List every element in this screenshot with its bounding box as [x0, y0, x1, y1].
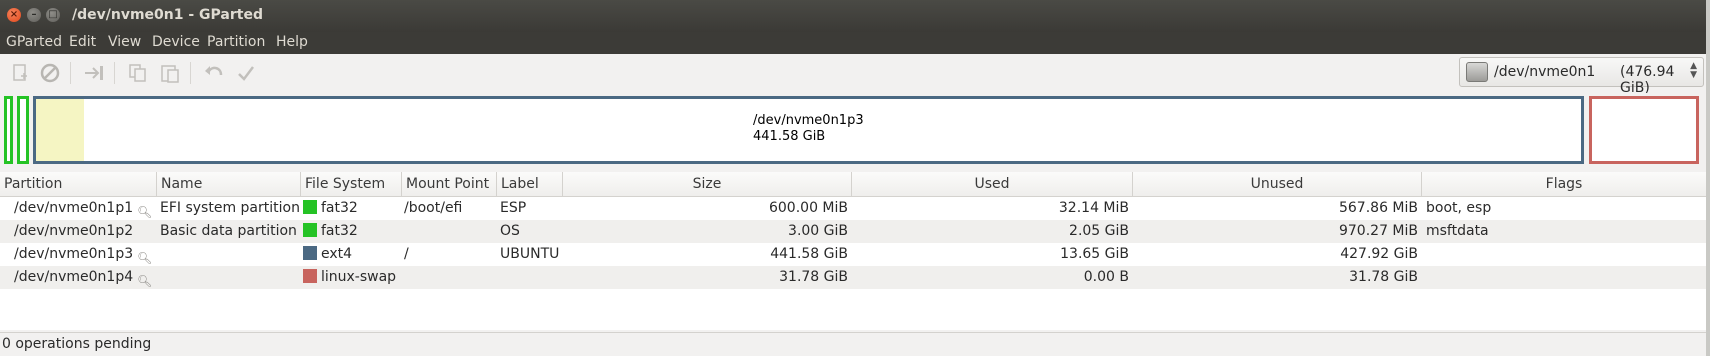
cell-unused: 567.86 MiB	[1338, 200, 1418, 216]
filesystem-color-swatch	[303, 246, 317, 260]
column-header-filesystem[interactable]: File System	[301, 172, 402, 196]
filesystem-color-swatch	[303, 269, 317, 283]
table-row[interactable]: /dev/nvme0n1p2 Basic data partition fat3…	[0, 220, 1706, 243]
cell-used: 2.05 GiB	[1069, 223, 1129, 239]
cell-partition: /dev/nvme0n1p4	[14, 269, 134, 285]
cell-flags: msftdata	[1426, 223, 1489, 239]
close-window-button[interactable]: ×	[7, 8, 21, 22]
toolbar-separator	[70, 62, 71, 84]
gparted-window: × – □ /dev/nvme0n1 - GParted GParted Edi…	[0, 0, 1706, 356]
menu-gparted[interactable]: GParted	[6, 34, 62, 50]
column-header-name[interactable]: Name	[157, 172, 301, 196]
menu-device[interactable]: Device	[152, 34, 200, 50]
new-partition-icon[interactable]	[8, 62, 32, 84]
cell-name: EFI system partition	[160, 200, 300, 216]
resize-move-icon[interactable]	[82, 62, 106, 84]
cell-used: 32.14 MiB	[1058, 200, 1129, 216]
column-header-flags[interactable]: Flags	[1422, 172, 1706, 196]
filesystem-text: linux-swap	[321, 269, 397, 285]
cell-mountpoint: /	[404, 246, 409, 262]
cell-used: 0.00 B	[1083, 269, 1129, 285]
chevron-updown-icon: ▲ ▼	[1690, 61, 1697, 80]
menu-partition[interactable]: Partition	[207, 34, 265, 50]
map-partition-p1[interactable]	[4, 96, 13, 164]
cell-partition: /dev/nvme0n1p1	[14, 200, 134, 216]
partition-table: Partition Name File System Mount Point L…	[0, 172, 1706, 330]
cell-filesystem: fat32	[303, 197, 358, 220]
column-header-label[interactable]: Label	[497, 172, 563, 196]
toolbar-separator	[190, 62, 191, 84]
partition-map: /dev/nvme0n1p3 441.58 GiB	[0, 93, 1706, 168]
filesystem-text: fat32	[321, 223, 358, 239]
map-partition-p2[interactable]	[17, 96, 29, 164]
cell-used: 13.65 GiB	[1060, 246, 1129, 262]
map-partition-p3[interactable]: /dev/nvme0n1p3 441.58 GiB	[33, 96, 1584, 164]
toolbar-separator	[114, 62, 115, 84]
filesystem-text: ext4	[321, 246, 353, 262]
paste-icon[interactable]	[158, 62, 182, 84]
table-row[interactable]: /dev/nvme0n1p1 🔍︎ EFI system partition f…	[0, 197, 1706, 220]
table-row[interactable]: /dev/nvme0n1p3 🔍︎ ext4 / UBUNTU 441.58 G…	[0, 243, 1706, 266]
filesystem-color-swatch	[303, 223, 317, 237]
cell-name: Basic data partition	[160, 223, 297, 239]
cell-size: 3.00 GiB	[788, 223, 848, 239]
menu-view[interactable]: View	[108, 34, 141, 50]
toolbar	[0, 54, 1706, 92]
cell-size: 31.78 GiB	[779, 269, 848, 285]
cell-mountpoint: /boot/efi	[404, 200, 463, 216]
table-header: Partition Name File System Mount Point L…	[0, 172, 1706, 197]
column-header-size[interactable]: Size	[563, 172, 852, 196]
device-selector[interactable]: /dev/nvme0n1 (476.94 GiB) ▲ ▼	[1459, 57, 1704, 96]
map-partition-label: /dev/nvme0n1p3 441.58 GiB	[753, 113, 864, 145]
menu-bar: GParted Edit View Device Partition Help	[0, 32, 1706, 54]
minimize-window-button[interactable]: –	[27, 8, 41, 22]
cell-partition: /dev/nvme0n1p2	[14, 223, 134, 239]
cell-label: OS	[500, 223, 520, 239]
map-partition-size: 441.58 GiB	[753, 129, 826, 144]
title-bar: × – □ /dev/nvme0n1 - GParted	[0, 0, 1706, 32]
cell-flags: boot, esp	[1426, 200, 1492, 216]
cell-label: ESP	[500, 200, 527, 216]
cell-filesystem: ext4	[303, 243, 352, 266]
apply-icon[interactable]	[234, 62, 258, 84]
cell-filesystem: linux-swap	[303, 266, 396, 289]
map-partition-name: /dev/nvme0n1p3	[753, 113, 864, 128]
column-header-unused[interactable]: Unused	[1133, 172, 1422, 196]
table-row[interactable]: /dev/nvme0n1p4 🔍︎ linux-swap 31.78 GiB 0…	[0, 266, 1706, 289]
column-header-used[interactable]: Used	[852, 172, 1133, 196]
cell-partition: /dev/nvme0n1p3	[14, 246, 134, 262]
window-title: /dev/nvme0n1 - GParted	[72, 7, 263, 23]
cell-size: 441.58 GiB	[770, 246, 848, 262]
menu-help[interactable]: Help	[276, 34, 308, 50]
undo-icon[interactable]	[202, 62, 226, 84]
delete-icon[interactable]	[38, 62, 62, 84]
status-bar: 0 operations pending	[0, 332, 1706, 356]
used-space-bar	[36, 99, 84, 161]
harddisk-icon	[1466, 62, 1488, 82]
key-icon: 🔍︎	[137, 274, 153, 288]
filesystem-color-swatch	[303, 200, 317, 214]
filesystem-text: fat32	[321, 200, 358, 216]
map-partition-p4[interactable]	[1589, 96, 1699, 164]
operations-pending-text: 0 operations pending	[2, 336, 152, 352]
cell-unused: 31.78 GiB	[1349, 269, 1418, 285]
cell-size: 600.00 MiB	[768, 200, 848, 216]
menu-edit[interactable]: Edit	[69, 34, 96, 50]
cell-label: UBUNTU	[500, 246, 560, 262]
column-header-partition[interactable]: Partition	[0, 172, 157, 196]
maximize-window-button[interactable]: □	[46, 8, 60, 22]
column-header-mountpoint[interactable]: Mount Point	[402, 172, 497, 196]
cell-unused: 427.92 GiB	[1340, 246, 1418, 262]
cell-filesystem: fat32	[303, 220, 358, 243]
cell-unused: 970.27 MiB	[1338, 223, 1418, 239]
device-name: /dev/nvme0n1	[1494, 64, 1596, 80]
copy-icon[interactable]	[126, 62, 150, 84]
